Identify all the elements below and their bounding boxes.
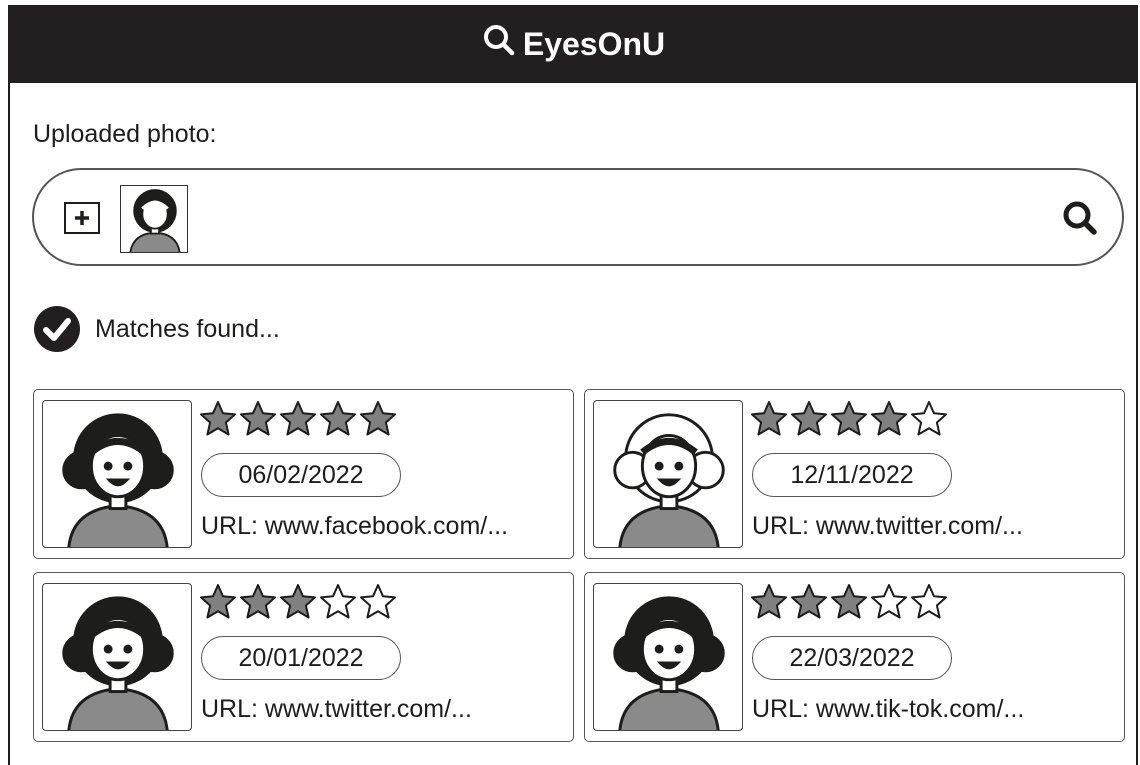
match-status: Matches found... (33, 305, 280, 353)
result-card[interactable]: 20/01/2022 URL: www.twitter.com/... (33, 572, 574, 742)
star-filled-icon (750, 583, 788, 626)
result-avatar (42, 583, 192, 731)
star-rating (199, 583, 397, 626)
star-filled-icon (359, 400, 397, 443)
star-empty-icon (910, 400, 948, 443)
result-date: 12/11/2022 (752, 453, 952, 497)
star-filled-icon (790, 583, 828, 626)
star-filled-icon (870, 400, 908, 443)
result-avatar (42, 400, 192, 548)
star-rating (750, 583, 948, 626)
result-avatar (593, 400, 743, 548)
result-card[interactable]: 22/03/2022 URL: www.tik-tok.com/... (584, 572, 1125, 742)
result-url[interactable]: URL: www.tik-tok.com/... (752, 695, 1024, 724)
result-date: 22/03/2022 (752, 636, 952, 680)
star-filled-icon (830, 583, 868, 626)
star-filled-icon (199, 583, 237, 626)
star-filled-icon (319, 400, 357, 443)
app-header: EyesOnU (8, 5, 1138, 83)
result-avatar (593, 583, 743, 731)
match-status-text: Matches found... (95, 314, 280, 343)
image-search-bar[interactable] (32, 168, 1124, 266)
star-filled-icon (830, 400, 868, 443)
star-filled-icon (239, 583, 277, 626)
result-date: 06/02/2022 (201, 453, 401, 497)
star-filled-icon (790, 400, 828, 443)
uploaded-photo-thumbnail[interactable] (120, 185, 188, 253)
result-url[interactable]: URL: www.twitter.com/... (752, 512, 1023, 541)
star-filled-icon (199, 400, 237, 443)
app-brand: EyesOnU (481, 22, 665, 66)
add-photo-button[interactable] (64, 202, 100, 234)
star-empty-icon (359, 583, 397, 626)
result-card[interactable]: 12/11/2022 URL: www.twitter.com/... (584, 389, 1125, 559)
upload-label: Uploaded photo: (33, 120, 217, 148)
search-icon (481, 22, 517, 66)
star-rating (750, 400, 948, 443)
star-rating (199, 400, 397, 443)
search-icon (1063, 201, 1097, 235)
plus-icon (75, 211, 89, 225)
star-filled-icon (279, 583, 317, 626)
result-date: 20/01/2022 (201, 636, 401, 680)
star-filled-icon (750, 400, 788, 443)
app-title: EyesOnU (522, 25, 666, 62)
check-circle-icon (34, 306, 80, 352)
star-filled-icon (279, 400, 317, 443)
search-button[interactable] (1060, 198, 1100, 238)
result-card[interactable]: 06/02/2022 URL: www.facebook.com/... (33, 389, 574, 559)
result-url[interactable]: URL: www.twitter.com/... (201, 695, 472, 724)
star-filled-icon (239, 400, 277, 443)
star-empty-icon (870, 583, 908, 626)
result-url[interactable]: URL: www.facebook.com/... (201, 512, 508, 541)
star-empty-icon (910, 583, 948, 626)
star-empty-icon (319, 583, 357, 626)
